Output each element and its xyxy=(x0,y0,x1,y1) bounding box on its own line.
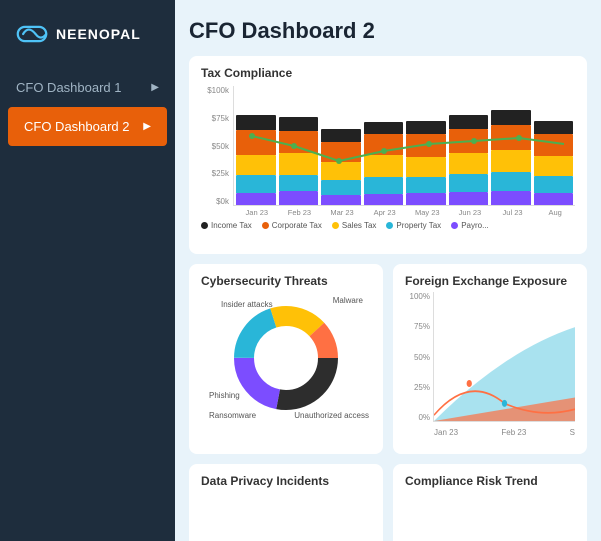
legend-property-tax: Property Tax xyxy=(386,221,441,230)
bar-jul xyxy=(491,110,531,205)
sidebar-arrow-1: ▶ xyxy=(151,82,159,93)
cybersecurity-title: Cybersecurity Threats xyxy=(201,274,371,288)
tax-compliance-card: Tax Compliance $100k $75k $50k $25k $0k xyxy=(189,56,587,254)
y-label-100k: $100k xyxy=(201,86,229,95)
x-aug: Aug xyxy=(535,208,575,217)
x-jul: Jul 23 xyxy=(493,208,533,217)
bar-aug xyxy=(534,121,574,205)
bar-may xyxy=(406,121,446,205)
donut-chart: Malware Insider attacks Phishing Ransomw… xyxy=(201,288,371,428)
legend-sales-tax: Sales Tax xyxy=(332,221,377,230)
forex-x-feb: Feb 23 xyxy=(501,428,526,437)
y-label-75k: $75k xyxy=(201,114,229,123)
donut-svg xyxy=(221,293,351,423)
legend-income-tax: Income Tax xyxy=(201,221,252,230)
forex-y-50: 50% xyxy=(405,353,430,362)
x-mar: Mar 23 xyxy=(322,208,362,217)
data-privacy-title: Data Privacy Incidents xyxy=(201,474,371,488)
compliance-risk-title: Compliance Risk Trend xyxy=(405,474,575,488)
bar-apr xyxy=(364,122,404,205)
sidebar-item-cfo-1[interactable]: CFO Dashboard 1 ▶ xyxy=(0,68,175,107)
compliance-risk-card: Compliance Risk Trend xyxy=(393,464,587,541)
logo-area: NEENOPAL xyxy=(0,0,175,68)
legend-corporate-tax: Corporate Tax xyxy=(262,221,322,230)
bar-feb xyxy=(279,117,319,205)
forex-title: Foreign Exchange Exposure xyxy=(405,274,575,288)
x-jun: Jun 23 xyxy=(450,208,490,217)
y-label-0k: $0k xyxy=(201,197,229,206)
forex-y-25: 25% xyxy=(405,383,430,392)
bar-jan xyxy=(236,115,276,205)
forex-x-jan: Jan 23 xyxy=(434,428,458,437)
logo-icon xyxy=(16,18,48,50)
sidebar-item-cfo-1-label: CFO Dashboard 1 xyxy=(16,80,151,95)
x-feb: Feb 23 xyxy=(280,208,320,217)
cybersecurity-card: Cybersecurity Threats xyxy=(189,264,383,454)
bar-jun xyxy=(449,115,489,205)
x-may: May 23 xyxy=(408,208,448,217)
logo-text: NEENOPAL xyxy=(56,26,141,42)
x-apr: Apr 23 xyxy=(365,208,405,217)
bottom-grid: Cybersecurity Threats xyxy=(189,264,587,541)
tax-compliance-chart: $100k $75k $50k $25k $0k xyxy=(201,86,575,236)
forex-card: Foreign Exchange Exposure 100% 75% 50% 2… xyxy=(393,264,587,454)
sidebar-item-cfo-2-label: CFO Dashboard 2 xyxy=(24,119,143,134)
sidebar: NEENOPAL CFO Dashboard 1 ▶ CFO Dashboard… xyxy=(0,0,175,541)
forex-svg xyxy=(434,292,575,421)
forex-x-s: S xyxy=(570,428,575,437)
x-jan: Jan 23 xyxy=(237,208,277,217)
forex-y-0: 0% xyxy=(405,413,430,422)
page-title: CFO Dashboard 2 xyxy=(189,18,587,44)
forex-y-75: 75% xyxy=(405,322,430,331)
tax-compliance-title: Tax Compliance xyxy=(201,66,575,80)
sidebar-item-cfo-2[interactable]: CFO Dashboard 2 ▶ xyxy=(8,107,167,146)
sidebar-arrow-2: ▶ xyxy=(143,121,151,132)
app-container: NEENOPAL CFO Dashboard 1 ▶ CFO Dashboard… xyxy=(0,0,601,541)
y-label-25k: $25k xyxy=(201,169,229,178)
bar-mar xyxy=(321,129,361,205)
y-label-50k: $50k xyxy=(201,142,229,151)
main-content: CFO Dashboard 2 Tax Compliance $100k $75… xyxy=(175,0,601,541)
legend-payroll: Payro... xyxy=(451,221,489,230)
tax-legend: Income Tax Corporate Tax Sales Tax Prope… xyxy=(201,221,575,230)
forex-chart-area: 100% 75% 50% 25% 0% xyxy=(405,292,575,422)
forex-y-100: 100% xyxy=(405,292,430,301)
data-privacy-card: Data Privacy Incidents xyxy=(189,464,383,541)
